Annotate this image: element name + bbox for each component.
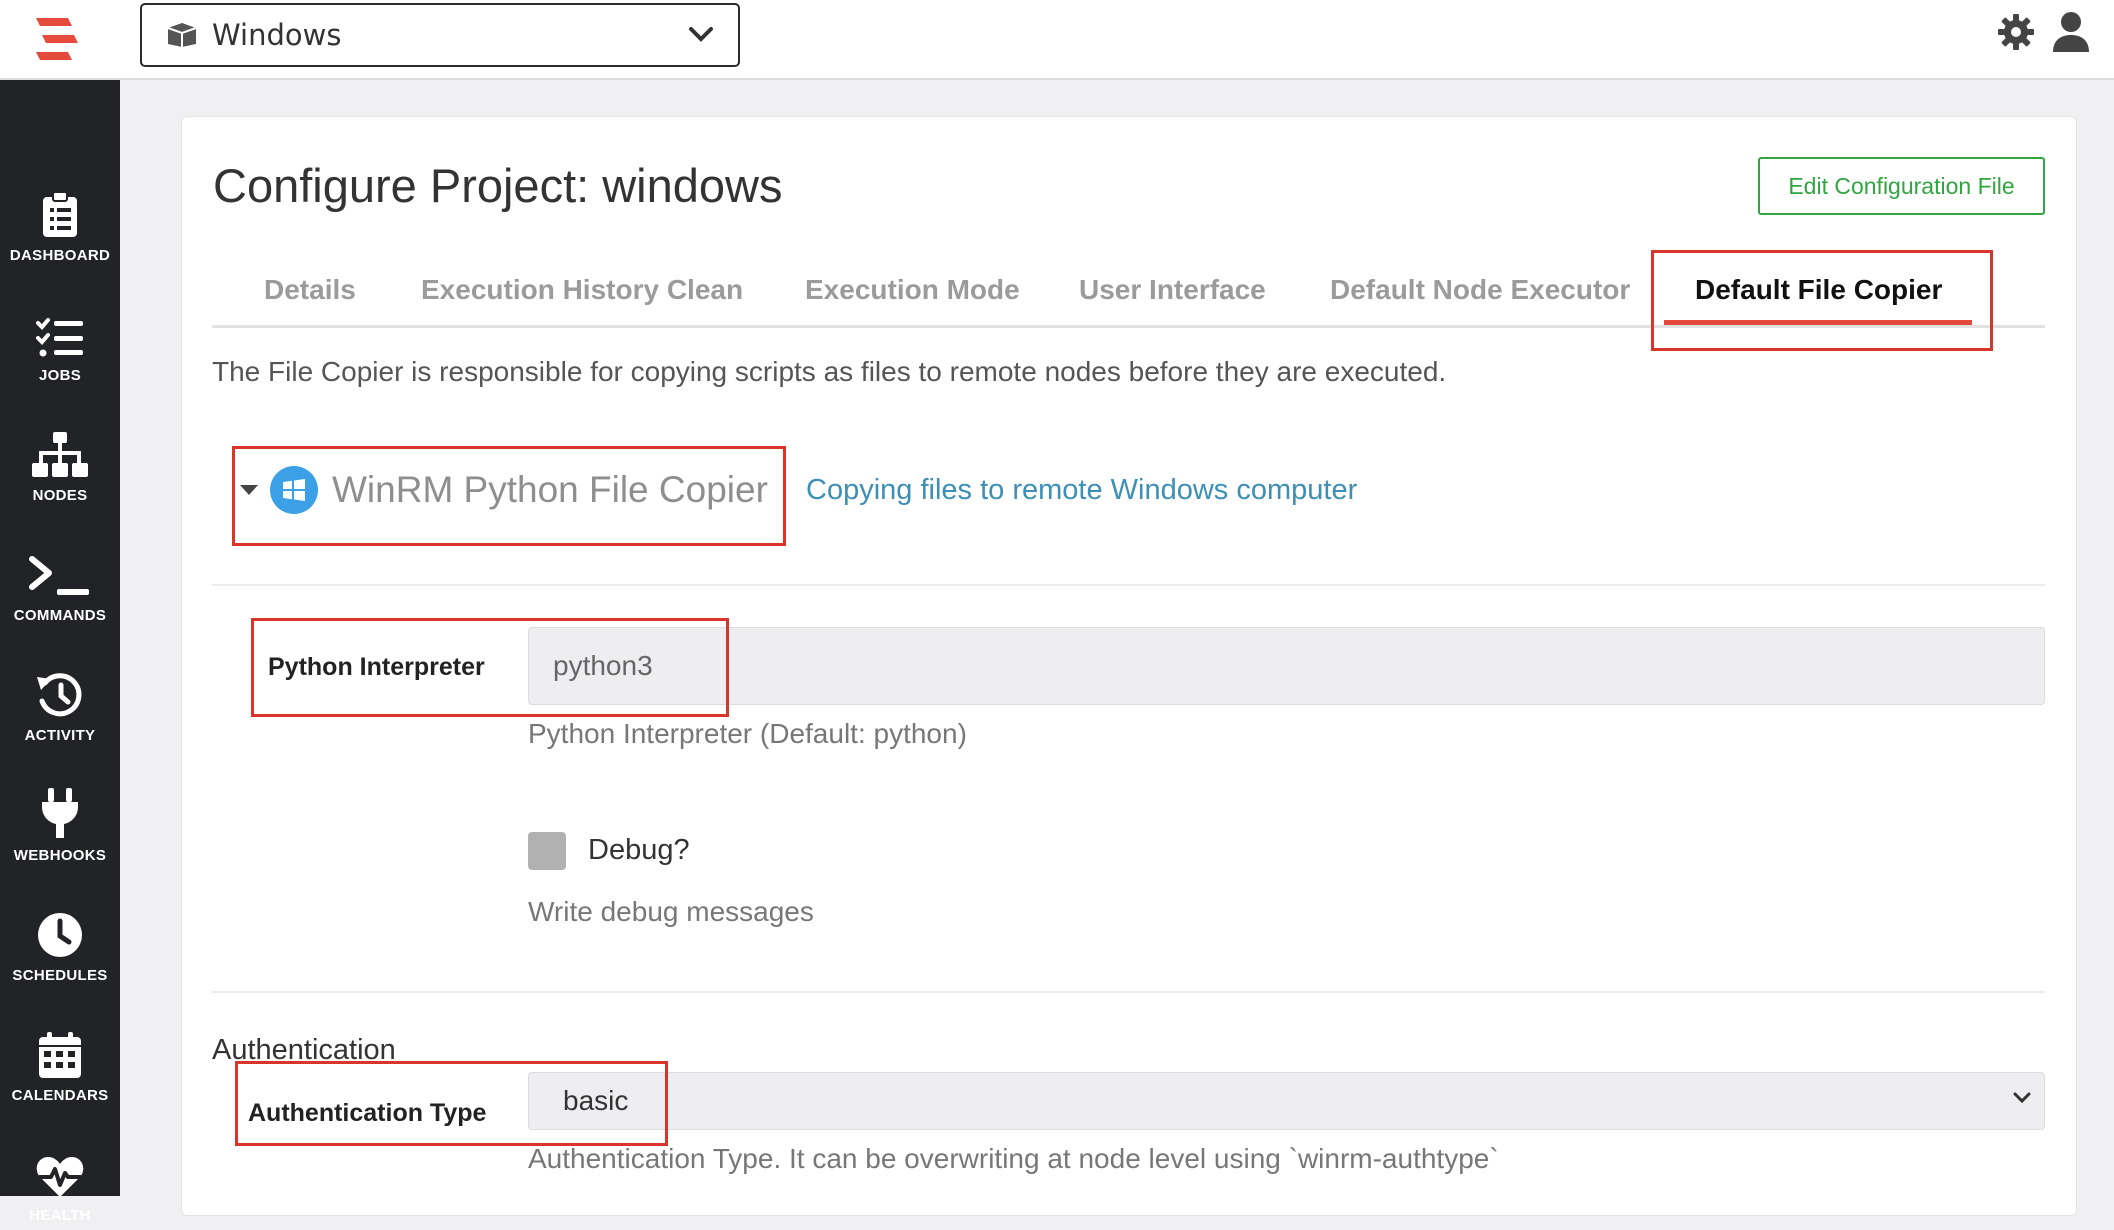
plugin-header: WinRM Python File Copier bbox=[240, 466, 768, 514]
config-tabs: Details Execution History Clean Executio… bbox=[212, 248, 2045, 328]
sidebar-item-dashboard[interactable]: DASHBOARD bbox=[0, 150, 120, 270]
debug-help: Write debug messages bbox=[528, 896, 814, 927]
page-title: Configure Project: windows bbox=[213, 159, 783, 212]
authentication-section-title: Authentication bbox=[212, 1034, 396, 1066]
python-interpreter-help: Python Interpreter (Default: python) bbox=[528, 718, 967, 749]
plugin-name: WinRM Python File Copier bbox=[332, 469, 768, 510]
caret-down-icon[interactable] bbox=[240, 485, 258, 495]
authentication-type-label: Authentication Type bbox=[248, 1099, 487, 1127]
windows-icon bbox=[270, 466, 318, 514]
authentication-type-select[interactable]: basic bbox=[528, 1072, 2045, 1130]
rundeck-logo[interactable] bbox=[28, 12, 84, 68]
sitemap-icon bbox=[32, 432, 88, 477]
tab-execution-history-clean[interactable]: Execution History Clean bbox=[421, 274, 743, 306]
sidebar-item-schedules[interactable]: SCHEDULES bbox=[0, 870, 120, 990]
tab-user-interface[interactable]: User Interface bbox=[1079, 274, 1266, 306]
heartbeat-icon bbox=[36, 1157, 84, 1197]
gear-icon[interactable] bbox=[1996, 12, 2036, 52]
tab-default-file-copier[interactable]: Default File Copier bbox=[1695, 274, 1942, 306]
section-divider bbox=[212, 584, 2045, 586]
chevron-down-icon bbox=[689, 27, 713, 42]
python-interpreter-input[interactable] bbox=[528, 627, 2045, 705]
tab-execution-mode[interactable]: Execution Mode bbox=[805, 274, 1020, 306]
user-icon[interactable] bbox=[2051, 10, 2091, 54]
calendar-icon bbox=[39, 1032, 81, 1078]
sidebar-item-nodes[interactable]: NODES bbox=[0, 390, 120, 510]
project-selector[interactable]: Windows bbox=[140, 3, 740, 67]
sidebar-item-jobs[interactable]: JOBS bbox=[0, 270, 120, 390]
project-name: Windows bbox=[212, 18, 342, 52]
sidebar: DASHBOARD JOBS NODES COMMANDS ACTIVITY W… bbox=[0, 80, 120, 1224]
plug-icon bbox=[42, 788, 78, 838]
terminal-icon bbox=[29, 556, 89, 595]
section-divider bbox=[212, 991, 2045, 993]
sidebar-item-webhooks[interactable]: WEBHOOKS bbox=[0, 750, 120, 870]
project-box-icon bbox=[167, 23, 197, 47]
top-bar: Windows bbox=[0, 0, 2114, 80]
tab-details[interactable]: Details bbox=[264, 274, 356, 306]
clock-icon bbox=[38, 913, 82, 957]
sidebar-item-activity[interactable]: ACTIVITY bbox=[0, 630, 120, 750]
tab-default-node-executor[interactable]: Default Node Executor bbox=[1330, 274, 1630, 306]
plugin-description-link[interactable]: Copying files to remote Windows computer bbox=[806, 474, 1357, 507]
sidebar-item-health[interactable]: HEALTH bbox=[0, 1110, 120, 1230]
clipboard-icon bbox=[43, 191, 77, 237]
python-interpreter-label: Python Interpreter bbox=[268, 653, 485, 681]
sidebar-item-calendars[interactable]: CALENDARS bbox=[0, 990, 120, 1110]
authentication-type-value: basic bbox=[563, 1085, 629, 1116]
active-tab-indicator bbox=[1664, 320, 1972, 325]
history-icon bbox=[37, 673, 82, 717]
file-copier-description: The File Copier is responsible for copyi… bbox=[212, 356, 1447, 387]
chevron-down-icon bbox=[2013, 1092, 2031, 1104]
edit-configuration-file-button[interactable]: Edit Configuration File bbox=[1758, 157, 2045, 215]
tasks-icon bbox=[36, 318, 83, 357]
debug-label[interactable]: Debug? bbox=[588, 834, 690, 867]
sidebar-item-commands[interactable]: COMMANDS bbox=[0, 510, 120, 630]
authentication-type-help: Authentication Type. It can be overwriti… bbox=[528, 1143, 1499, 1174]
debug-checkbox[interactable] bbox=[528, 832, 566, 870]
